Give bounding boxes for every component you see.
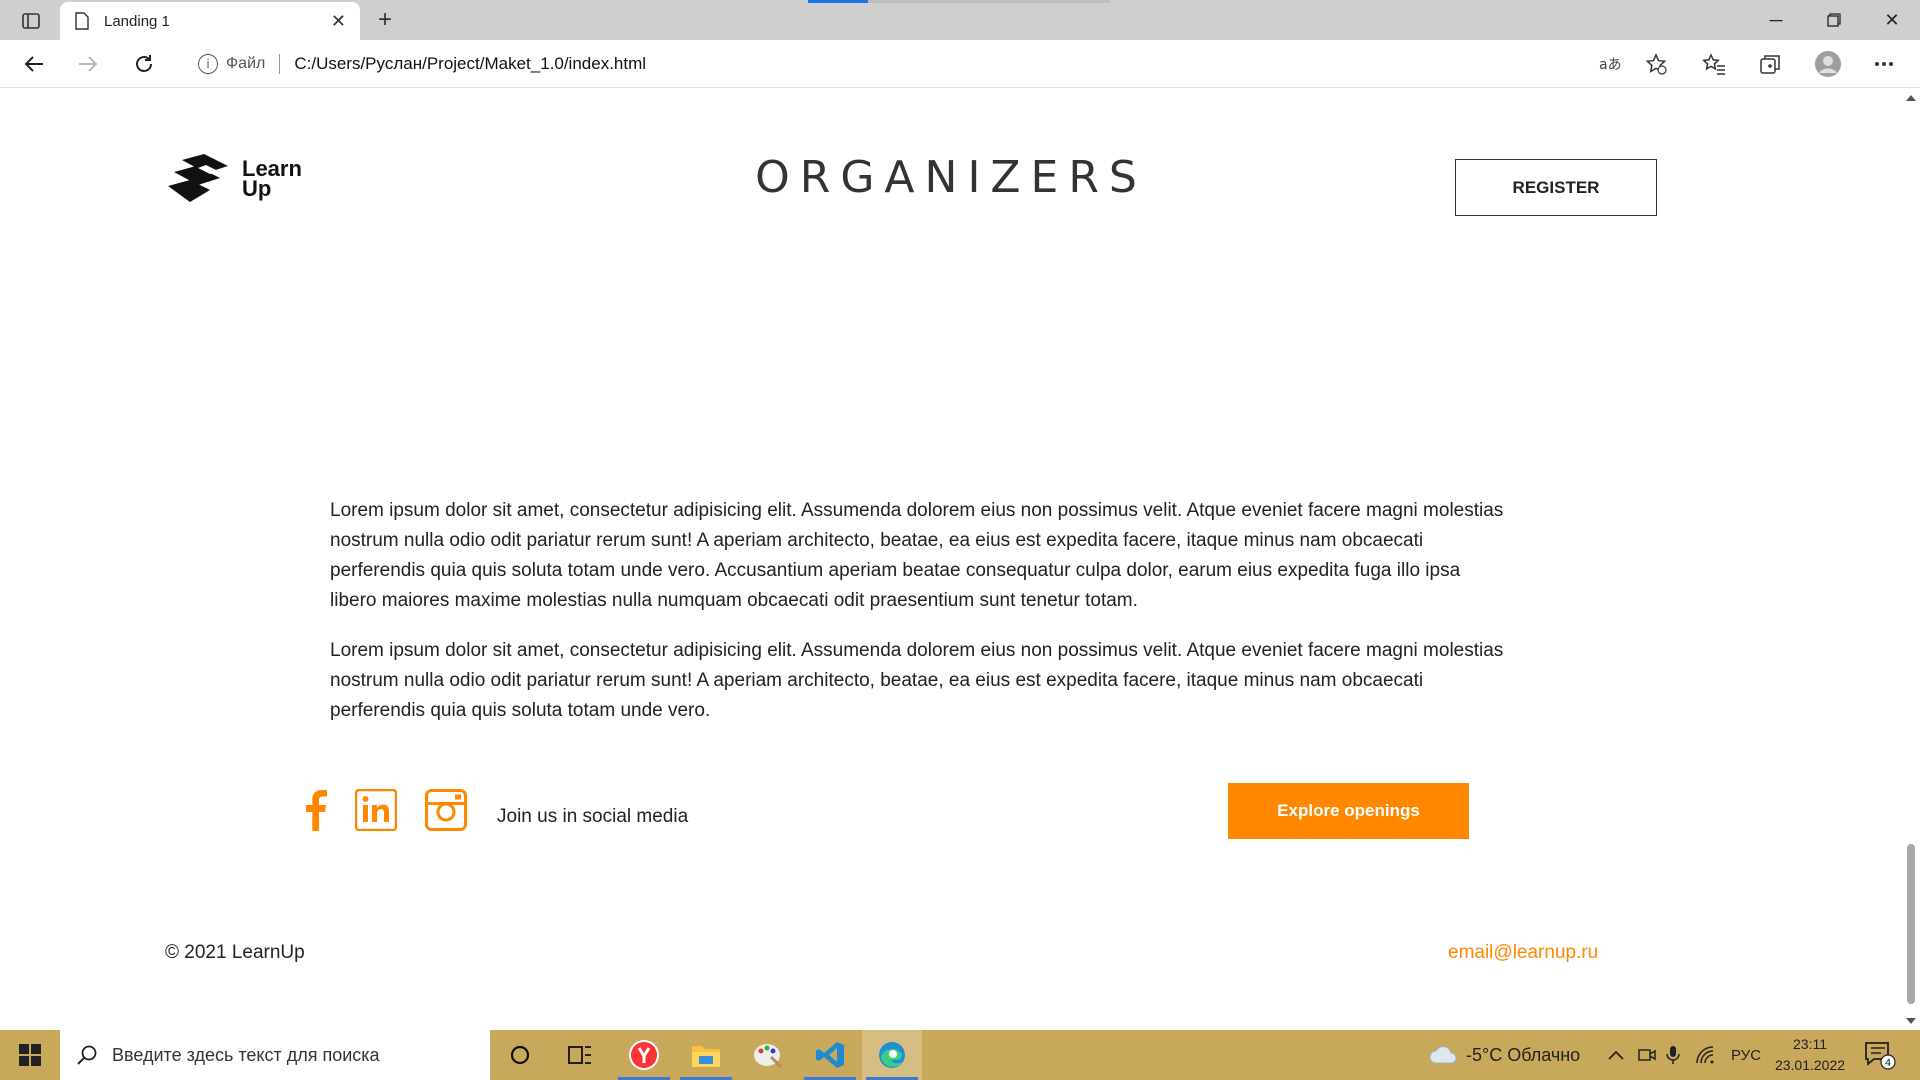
browser-tab-bar: Landing 1 ✕ + ─ ✕: [0, 0, 1920, 40]
register-button[interactable]: REGISTER: [1455, 159, 1657, 216]
clock-time: 23:11: [1793, 1036, 1827, 1052]
task-view-icon[interactable]: [550, 1030, 610, 1080]
restore-icon[interactable]: [1806, 0, 1862, 40]
favorites-icon[interactable]: [1696, 48, 1732, 80]
copyright-text: © 2021 LearnUp: [165, 942, 305, 963]
close-tab-icon[interactable]: ✕: [331, 11, 346, 32]
weather-widget[interactable]: -5°C Облачно: [1428, 1030, 1580, 1080]
new-tab-icon[interactable]: +: [370, 6, 400, 34]
notification-count: 4: [1885, 1058, 1891, 1069]
file-explorer-icon[interactable]: [676, 1030, 736, 1080]
facebook-icon[interactable]: [305, 789, 327, 831]
windows-taskbar: Введите здесь текст для поиска -5°C Обла…: [0, 1030, 1920, 1080]
page-icon: [75, 12, 89, 30]
page-scrollbar[interactable]: [1902, 89, 1920, 1030]
info-icon[interactable]: i: [198, 54, 218, 74]
scroll-up-icon[interactable]: [1906, 95, 1916, 101]
svg-text:aあ: aあ: [1599, 57, 1621, 73]
more-options-icon[interactable]: [1866, 48, 1902, 80]
profile-avatar-icon[interactable]: [1810, 48, 1846, 80]
tab-actions-icon[interactable]: [16, 8, 46, 34]
collections-icon[interactable]: [1752, 48, 1788, 80]
clock-date: 23.01.2022: [1774, 1057, 1846, 1073]
linkedin-icon[interactable]: [355, 789, 397, 831]
yandex-browser-icon[interactable]: [614, 1030, 674, 1080]
browser-nav-bar: i Файл C:/Users/Руслан/Project/Maket_1.0…: [0, 40, 1920, 88]
wifi-icon[interactable]: [1696, 1030, 1716, 1080]
paint-icon[interactable]: [738, 1030, 798, 1080]
language-indicator[interactable]: РУС: [1731, 1030, 1761, 1080]
paragraph-1: Lorem ipsum dolor sit amet, consectetur …: [330, 500, 1504, 611]
tab-title: Landing 1: [104, 12, 170, 30]
scrollbar-thumb[interactable]: [1907, 844, 1915, 1004]
description-text: Lorem ipsum dolor sit amet, consectetur …: [330, 496, 1510, 746]
microphone-icon[interactable]: [1666, 1030, 1680, 1080]
show-hidden-icons-icon[interactable]: [1608, 1030, 1624, 1080]
address-bar[interactable]: i Файл C:/Users/Руслан/Project/Maket_1.0…: [180, 46, 1680, 82]
search-placeholder: Введите здесь текст для поиска: [112, 1044, 380, 1065]
address-separator: [279, 54, 281, 74]
instagram-icon[interactable]: [425, 789, 467, 831]
windows-start-icon[interactable]: [0, 1030, 60, 1080]
paragraph-2: Lorem ipsum dolor sit amet, consectetur …: [330, 640, 1504, 721]
close-window-icon[interactable]: ✕: [1864, 0, 1920, 40]
add-favorite-icon[interactable]: [1638, 48, 1674, 80]
vscode-icon[interactable]: [800, 1030, 860, 1080]
forward-icon[interactable]: [70, 48, 106, 80]
browser-tab[interactable]: Landing 1 ✕: [60, 2, 360, 40]
cortana-icon[interactable]: [490, 1030, 550, 1080]
back-icon[interactable]: [16, 48, 52, 80]
search-icon: [77, 1045, 97, 1065]
cloud-icon: [1429, 1046, 1457, 1064]
minimize-icon[interactable]: ─: [1748, 0, 1804, 40]
translate-icon[interactable]: aあ: [1592, 48, 1628, 80]
address-scheme: Файл: [226, 55, 266, 72]
notifications-icon[interactable]: 4: [1864, 1040, 1896, 1075]
social-media-label: Join us in social media: [497, 806, 689, 827]
edge-browser-icon[interactable]: [862, 1030, 922, 1080]
taskbar-clock[interactable]: 23:11 23.01.2022: [1768, 1034, 1852, 1076]
email-link[interactable]: email@learnup.ru: [1448, 942, 1598, 964]
scroll-down-icon[interactable]: [1906, 1018, 1916, 1024]
refresh-icon[interactable]: [126, 48, 162, 80]
address-url[interactable]: C:/Users/Руслан/Project/Maket_1.0/index.…: [294, 54, 646, 74]
page-viewport: Learn Up ORGANIZERS REGISTER Lorem ipsum…: [0, 89, 1902, 1030]
loading-progress: [808, 0, 1110, 3]
social-links: Join us in social media: [305, 789, 688, 831]
weather-text: -5°C Облачно: [1466, 1044, 1581, 1065]
meet-now-icon[interactable]: [1638, 1030, 1656, 1080]
taskbar-search-input[interactable]: Введите здесь текст для поиска: [60, 1030, 490, 1080]
explore-openings-button[interactable]: Explore openings: [1228, 783, 1469, 839]
